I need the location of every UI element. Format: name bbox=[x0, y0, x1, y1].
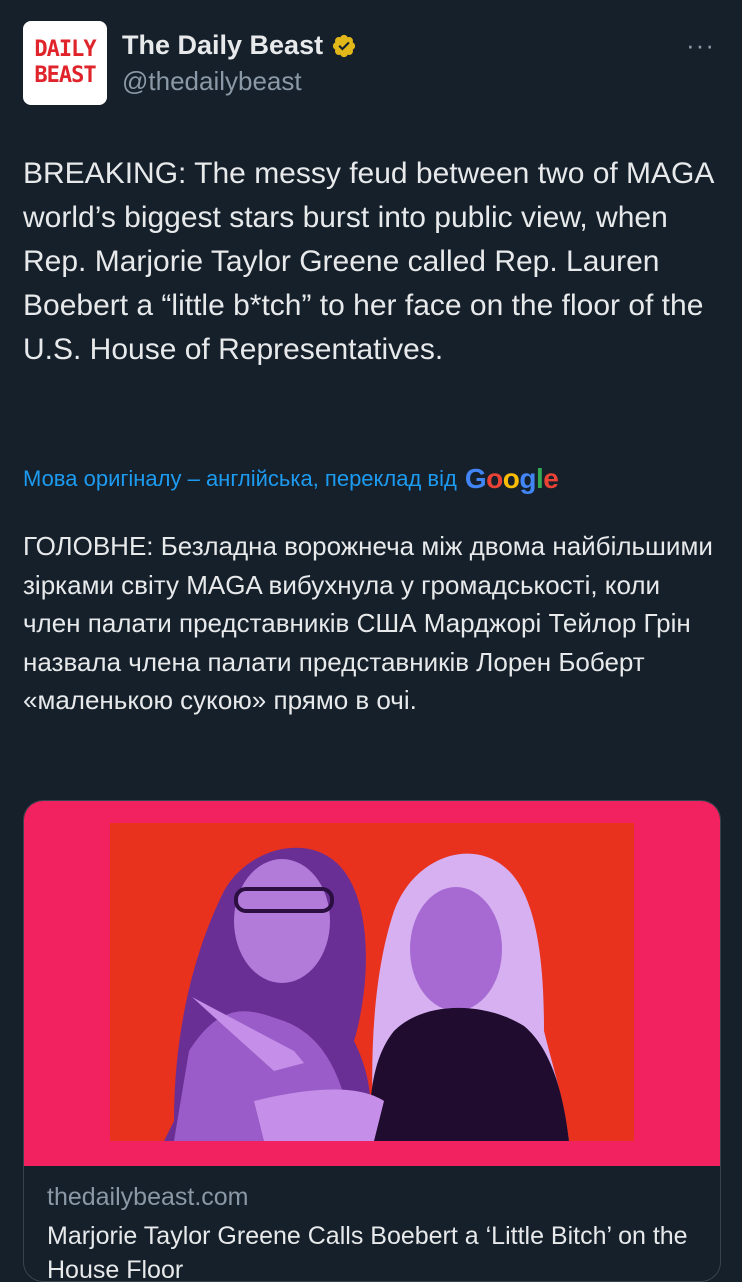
google-letter: g bbox=[519, 463, 536, 494]
author-name[interactable]: The Daily Beast bbox=[122, 30, 357, 61]
google-letter: o bbox=[486, 463, 503, 494]
author-handle[interactable]: @thedailybeast bbox=[122, 66, 302, 97]
google-letter: G bbox=[464, 463, 487, 494]
translation-notice-text[interactable]: Мова оригіналу – англійська, переклад ві… bbox=[23, 466, 457, 492]
google-letter: e bbox=[543, 463, 559, 494]
daily-beast-logo: DAILY BEAST bbox=[34, 37, 96, 88]
article-photo bbox=[110, 823, 634, 1141]
link-card[interactable]: thedailybeast.com Marjorie Taylor Greene… bbox=[23, 800, 721, 1282]
tweet-text: BREAKING: The messy feud between two of … bbox=[23, 157, 713, 366]
link-card-title[interactable]: Marjorie Taylor Greene Calls Boebert a ‘… bbox=[47, 1219, 707, 1281]
author-avatar[interactable]: DAILY BEAST bbox=[23, 21, 107, 105]
google-letter: o bbox=[502, 463, 520, 494]
more-horizontal-icon[interactable]: ··· bbox=[686, 30, 715, 61]
verified-badge-icon bbox=[332, 34, 356, 57]
link-card-image[interactable] bbox=[24, 801, 720, 1166]
author-name-text[interactable]: The Daily Beast bbox=[122, 30, 323, 61]
translated-tweet-text: ГОЛОВНЕ: Безладна ворожнеча між двома на… bbox=[23, 531, 713, 715]
google-logo: Google bbox=[464, 463, 559, 495]
tweet-header: DAILY BEAST The Daily Beast @thedailybea… bbox=[0, 0, 742, 120]
link-card-domain[interactable]: thedailybeast.com bbox=[47, 1183, 249, 1212]
translation-notice[interactable]: Мова оригіналу – англійська, переклад ві… bbox=[23, 463, 723, 495]
